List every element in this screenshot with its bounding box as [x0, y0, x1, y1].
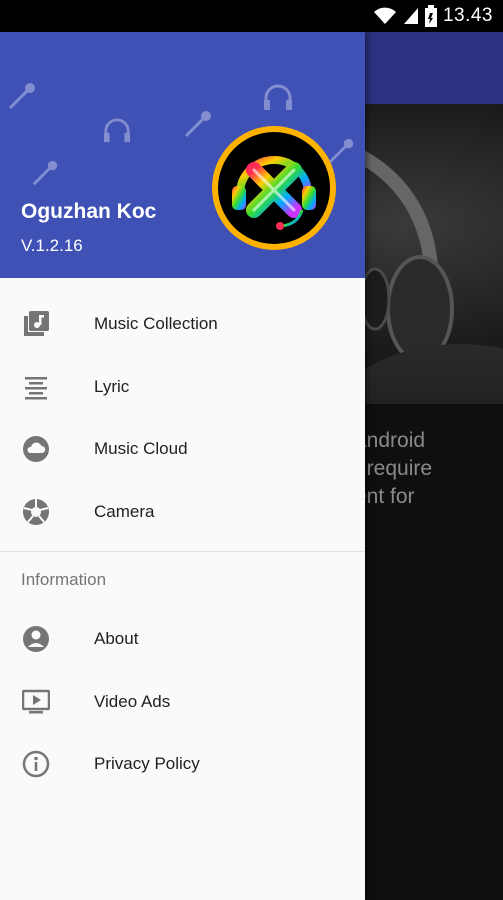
headphones-icon [264, 84, 292, 110]
menu-item-label: Lyric [94, 376, 130, 396]
microphone-icon [32, 160, 58, 186]
menu-item-lyric[interactable]: Lyric [0, 356, 365, 419]
menu-item-label: Music Cloud [94, 439, 188, 459]
signal-icon [403, 8, 418, 24]
drawer-header: Oguzhan Koc V.1.2.16 [0, 32, 365, 278]
section-title-information: Information [21, 570, 107, 589]
menu-item-camera[interactable]: Camera [0, 481, 365, 544]
camera-shutter-icon [22, 498, 50, 526]
menu-item-label: Camera [94, 501, 155, 521]
menu-item-music-collection[interactable]: Music Collection [0, 293, 365, 356]
main-menu: Music Collection Lyric Music Cloud Camer… [0, 278, 365, 543]
wifi-icon [373, 7, 396, 24]
menu-item-privacy-policy[interactable]: Privacy Policy [0, 733, 365, 796]
video-play-icon [22, 688, 50, 716]
account-circle-icon [22, 625, 50, 653]
menu-item-label: About [94, 629, 139, 649]
clock: 13.43 [442, 5, 493, 26]
info-menu: About Video Ads Privacy Policy [0, 608, 365, 796]
menu-item-label: Video Ads [94, 691, 171, 711]
menu-item-label: Privacy Policy [94, 754, 200, 774]
menu-item-about[interactable]: About [0, 608, 365, 671]
menu-item-music-cloud[interactable]: Music Cloud [0, 418, 365, 481]
status-bar: 13.43 [0, 0, 503, 32]
app-logo-icon [212, 126, 336, 250]
info-icon [22, 750, 50, 778]
menu-item-label: Music Collection [94, 314, 218, 334]
navigation-drawer: Oguzhan Koc V.1.2.16 Music Collection Ly… [0, 32, 365, 900]
app-version: V.1.2.16 [21, 236, 83, 255]
cloud-icon [22, 435, 50, 463]
text-lines-icon [22, 373, 50, 401]
user-name: Oguzhan Koc [21, 200, 157, 223]
battery-icon [424, 5, 437, 27]
menu-item-video-ads[interactable]: Video Ads [0, 671, 365, 734]
microphone-icon [8, 83, 35, 110]
headphones-icon [104, 118, 130, 143]
library-music-icon [22, 310, 50, 338]
